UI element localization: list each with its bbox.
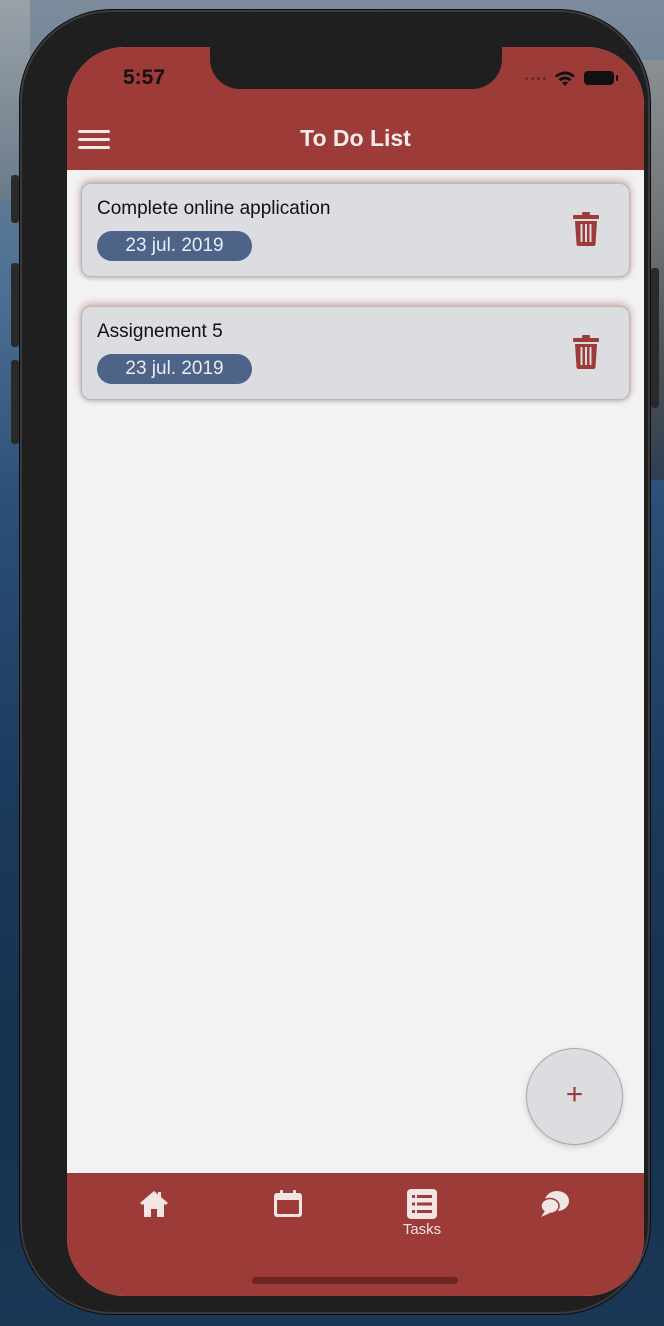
trash-icon[interactable]	[573, 212, 599, 246]
plus-icon: +	[565, 1078, 584, 1111]
page-title: To Do List	[300, 125, 411, 151]
app-header: 5:57 To Do List	[67, 47, 644, 170]
tab-home[interactable]	[124, 1189, 184, 1249]
trash-icon[interactable]	[573, 335, 599, 369]
task-list: Complete online application 23 jul. 2019…	[81, 183, 630, 429]
add-task-button[interactable]: +	[526, 1048, 623, 1145]
home-icon	[140, 1191, 168, 1217]
mute-switch	[11, 175, 19, 223]
wifi-icon	[555, 71, 575, 86]
list-icon	[407, 1189, 437, 1219]
notch	[210, 47, 502, 89]
task-card[interactable]: Assignement 5 23 jul. 2019	[81, 306, 630, 400]
phone-frame: 5:57 To Do List Complete online applicat…	[11, 10, 659, 1314]
task-card[interactable]: Complete online application 23 jul. 2019	[81, 183, 630, 277]
app-screen: 5:57 To Do List Complete online applicat…	[67, 47, 644, 1296]
task-title: Complete online application	[97, 198, 331, 219]
tab-tasks[interactable]: Tasks	[392, 1189, 452, 1249]
task-date-badge: 23 jul. 2019	[97, 354, 252, 384]
signal-icon	[525, 76, 546, 80]
task-date-badge: 23 jul. 2019	[97, 231, 252, 261]
tab-tasks-label: Tasks	[402, 1221, 442, 1238]
chat-icon	[540, 1191, 569, 1217]
tab-calendar[interactable]	[258, 1189, 318, 1249]
volume-up-button	[11, 263, 19, 347]
status-icons	[525, 67, 618, 89]
home-indicator[interactable]	[252, 1277, 458, 1284]
calendar-icon	[274, 1190, 302, 1217]
battery-icon	[584, 71, 618, 85]
power-button	[651, 268, 659, 408]
volume-down-button	[11, 360, 19, 444]
task-title: Assignement 5	[97, 321, 223, 342]
status-time: 5:57	[123, 66, 166, 89]
tab-chat[interactable]	[525, 1189, 585, 1249]
